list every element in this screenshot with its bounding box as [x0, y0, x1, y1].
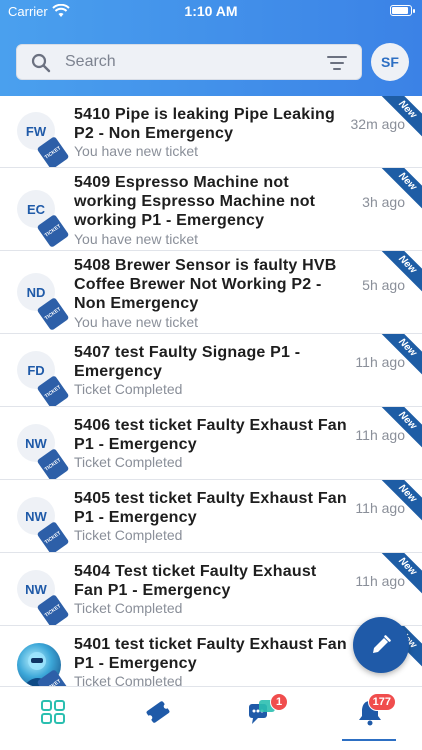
notification-count-badge: 177: [367, 693, 396, 711]
ticket-time: 11h ago: [355, 500, 405, 516]
ticket-time: 5h ago: [362, 277, 405, 293]
ticket-time: 11h ago: [355, 573, 405, 589]
ticket-title: 5408 Brewer Sensor is faulty HVB Coffee …: [74, 257, 337, 312]
ticket-title: 5409 Espresso Machine not working Espres…: [74, 174, 316, 229]
dashboard-grid-icon: [41, 700, 65, 724]
ticket-title: 5407 test Faulty Signage P1 - Emergency: [74, 344, 301, 380]
active-tab-indicator: [342, 739, 396, 741]
search-icon: [31, 53, 51, 73]
ticket-time: 11h ago: [355, 354, 405, 370]
ticket-time: 32m ago: [350, 116, 405, 132]
search-input[interactable]: [65, 45, 315, 79]
ticket-title: 5405 test ticket Faulty Exhaust Fan P1 -…: [74, 490, 347, 526]
user-avatar[interactable]: SF: [371, 43, 409, 81]
compose-button[interactable]: [353, 617, 409, 673]
ticket-status: Ticket Completed: [74, 454, 183, 470]
ticket-status: You have new ticket: [74, 143, 199, 159]
ticket-time: 11h ago: [355, 427, 405, 443]
nav-tickets[interactable]: [138, 697, 178, 727]
ticket-status: Ticket Completed: [74, 600, 183, 616]
ticket-title: 5410 Pipe is leaking Pipe Leaking P2 - N…: [74, 106, 335, 142]
ticket-row[interactable]: FD TICKET 5407 test Faulty Signage P1 - …: [0, 334, 422, 407]
filter-icon[interactable]: [327, 55, 347, 71]
ticket-row[interactable]: NW TICKET 5406 test ticket Faulty Exhaus…: [0, 407, 422, 480]
nav-notifications[interactable]: 177: [350, 693, 396, 727]
nav-dashboard[interactable]: [33, 697, 73, 727]
ticket-status: Ticket Completed: [74, 381, 183, 397]
pencil-icon: [373, 635, 391, 653]
ticket-status: Ticket Completed: [74, 527, 183, 543]
status-time: 1:10 AM: [184, 3, 238, 19]
header: Carrier 1:10 AM SF: [0, 0, 422, 96]
battery-icon: [390, 5, 415, 16]
ticket-row[interactable]: NW TICKET 5404 Test ticket Faulty Exhaus…: [0, 553, 422, 626]
ticket-title: 5401 test ticket Faulty Exhaust Fan P1 -…: [74, 636, 347, 672]
ticket-row[interactable]: NW TICKET 5405 test ticket Faulty Exhaus…: [0, 480, 422, 553]
ticket-title: 5404 Test ticket Faulty Exhaust Fan P1 -…: [74, 563, 317, 599]
bottom-nav: 1 177: [0, 686, 422, 750]
ticket-list-screen: Carrier 1:10 AM SF: [0, 0, 422, 750]
ticket-row[interactable]: FW TICKET 5410 Pipe is leaking Pipe Leak…: [0, 96, 422, 168]
status-bar: Carrier 1:10 AM: [0, 0, 422, 24]
ticket-title: 5406 test ticket Faulty Exhaust Fan P1 -…: [74, 417, 347, 453]
nav-chat[interactable]: 1: [242, 693, 288, 727]
ticket-time: 3h ago: [362, 194, 405, 210]
chat-count-badge: 1: [270, 693, 288, 711]
ticket-row[interactable]: ND TICKET 5408 Brewer Sensor is faulty H…: [0, 251, 422, 334]
search-bar[interactable]: [16, 44, 362, 80]
ticket-status: You have new ticket: [74, 231, 199, 247]
ticket-row[interactable]: EC TICKET 5409 Espresso Machine not work…: [0, 168, 422, 251]
ticket-list: FW TICKET 5410 Pipe is leaking Pipe Leak…: [0, 96, 422, 699]
ticket-icon: [146, 701, 170, 723]
ticket-status: You have new ticket: [74, 314, 199, 330]
